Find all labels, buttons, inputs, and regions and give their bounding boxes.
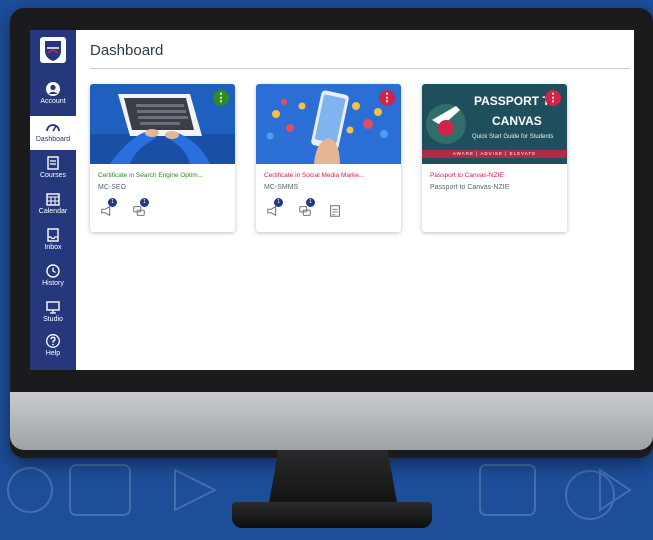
card-options-button[interactable]: ⋮ bbox=[213, 90, 229, 106]
dashboard-icon bbox=[46, 124, 60, 132]
history-icon bbox=[46, 264, 60, 278]
course-name[interactable]: Passport to Canvas-NZIE bbox=[430, 172, 560, 179]
announcements-link[interactable]: 1 bbox=[100, 198, 117, 220]
nav-dashboard-label: Dashboard bbox=[35, 136, 71, 143]
inbox-icon bbox=[47, 228, 59, 242]
course-card-seo[interactable]: ⋮ Certificate in Search Engine Optim... … bbox=[90, 84, 235, 232]
nav-dashboard[interactable]: Dashboard bbox=[30, 116, 76, 150]
unread-badge: 1 bbox=[306, 198, 315, 207]
nav-inbox[interactable]: Inbox bbox=[30, 224, 76, 258]
nav-studio[interactable]: Studio bbox=[30, 296, 76, 330]
global-navigation: Account Dashboard Courses Calendar Inbox… bbox=[30, 30, 76, 370]
nav-studio-label: Studio bbox=[43, 316, 63, 323]
announcements-link[interactable]: 1 bbox=[266, 198, 283, 220]
nav-calendar-label: Calendar bbox=[38, 208, 68, 215]
banner-subtitle: Quick Start Guide for Students bbox=[472, 134, 554, 140]
unread-badge: 1 bbox=[108, 198, 117, 207]
nav-calendar[interactable]: Calendar bbox=[30, 188, 76, 222]
page-title: Dashboard bbox=[90, 42, 164, 59]
nav-help-label: Help bbox=[45, 350, 61, 357]
help-icon bbox=[46, 334, 60, 348]
nav-courses-label: Courses bbox=[39, 172, 67, 179]
nav-inbox-label: Inbox bbox=[44, 244, 62, 251]
nav-help[interactable]: Help bbox=[30, 330, 76, 364]
course-card-nzie[interactable]: PASSPORT TO CANVAS Quick Start Guide for… bbox=[422, 84, 567, 232]
courses-icon bbox=[47, 156, 59, 170]
unread-badge: 1 bbox=[274, 198, 283, 207]
monitor-chin bbox=[10, 392, 653, 450]
studio-icon bbox=[46, 301, 60, 314]
header-divider bbox=[90, 68, 630, 69]
nav-account[interactable]: Account bbox=[30, 78, 76, 112]
course-name[interactable]: Certificate in Search Engine Optim... bbox=[98, 172, 228, 179]
course-name[interactable]: Certificate in Social Media Marke... bbox=[264, 172, 394, 179]
monitor-stand-base bbox=[232, 502, 432, 528]
course-code: Passport to Canvas-NZIE bbox=[430, 184, 510, 191]
banner-strip: AWARE | ADVISE | ELEVATE bbox=[452, 151, 537, 156]
course-code: MC-SMMS bbox=[264, 184, 299, 191]
institution-logo[interactable] bbox=[38, 36, 68, 64]
banner-title-2: CANVAS bbox=[492, 114, 542, 128]
discussions-link[interactable]: 1 bbox=[298, 198, 315, 220]
screen: Account Dashboard Courses Calendar Inbox… bbox=[30, 30, 634, 370]
unread-badge: 1 bbox=[140, 198, 149, 207]
monitor-stand-neck bbox=[268, 450, 398, 508]
course-code: MC-SEO bbox=[98, 184, 126, 191]
calendar-icon bbox=[46, 193, 60, 206]
nav-history-label: History bbox=[42, 280, 64, 287]
card-options-button[interactable]: ⋮ bbox=[379, 90, 395, 106]
nav-courses[interactable]: Courses bbox=[30, 152, 76, 186]
discussions-link[interactable]: 1 bbox=[132, 198, 149, 220]
nav-history[interactable]: History bbox=[30, 260, 76, 294]
card-options-button[interactable]: ⋮ bbox=[545, 90, 561, 106]
account-icon bbox=[46, 82, 60, 96]
course-card-smms[interactable]: ⋮ Certificate in Social Media Marke... M… bbox=[256, 84, 401, 232]
nav-account-label: Account bbox=[40, 98, 66, 105]
assignments-link[interactable] bbox=[328, 204, 344, 220]
assignments-icon bbox=[330, 205, 340, 217]
